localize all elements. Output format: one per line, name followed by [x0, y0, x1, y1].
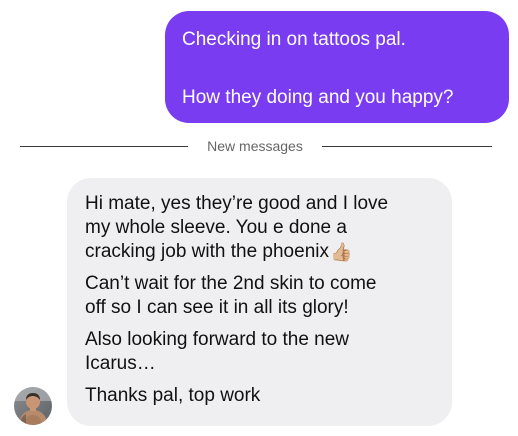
- divider-line-left: [20, 146, 188, 147]
- new-messages-label: New messages: [207, 138, 303, 154]
- message-line: Thanks pal, top work: [85, 385, 261, 406]
- new-messages-divider: New messages: [20, 136, 492, 156]
- message-text: cracking job with the phoenix: [85, 241, 329, 262]
- message-paragraph: Also looking forward to the new Icarus…: [85, 328, 436, 376]
- sent-message-line: How they doing and you happy?: [182, 87, 454, 108]
- message-paragraph: Can’t wait for the 2nd skin to come off …: [85, 272, 436, 320]
- received-message-bubble[interactable]: Hi mate, yes they’re good and I love my …: [67, 178, 452, 426]
- sender-avatar[interactable]: [14, 387, 52, 425]
- message-line: Also looking forward to the new: [85, 329, 350, 350]
- thumbs-up-icon: 👍🏼: [329, 242, 353, 263]
- sent-message-spacer: [182, 54, 493, 83]
- message-paragraph: Thanks pal, top work: [85, 384, 436, 408]
- avatar-photo-icon: [14, 387, 52, 425]
- sent-message-bubble[interactable]: Checking in on tattoos pal. How they doi…: [165, 11, 509, 123]
- message-line: cracking job with the phoenix👍🏼: [85, 240, 436, 264]
- message-line: off so I can see it in all its glory!: [85, 297, 349, 318]
- message-line: Icarus…: [85, 353, 156, 374]
- divider-line-right: [322, 146, 492, 147]
- message-line: Hi mate, yes they’re good and I love: [85, 193, 389, 214]
- message-line: my whole sleeve. You e done a: [85, 217, 347, 238]
- sent-message-line: Checking in on tattoos pal.: [182, 29, 406, 50]
- message-paragraph: Hi mate, yes they’re good and I love my …: [85, 192, 436, 264]
- message-line: Can’t wait for the 2nd skin to come: [85, 273, 377, 294]
